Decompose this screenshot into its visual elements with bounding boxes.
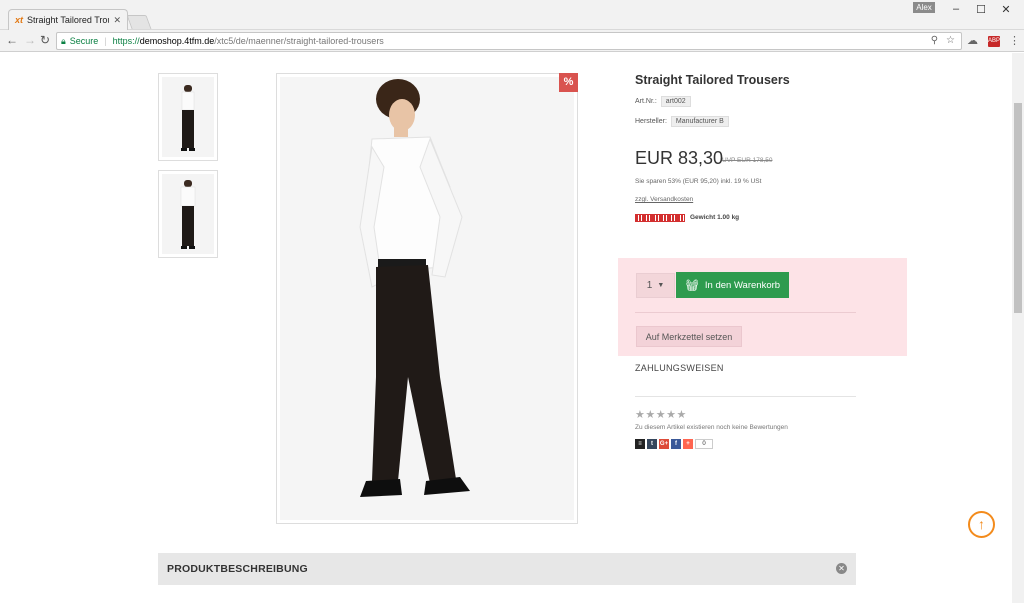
weight-label: Gewicht — [690, 214, 716, 221]
url-path: /xtc5/de/maenner/straight-tailored-trous… — [214, 36, 384, 46]
savings-text: Sie sparen 53% (EUR 95,20) inkl. 19 % US… — [635, 178, 762, 185]
address-bar[interactable]: 🔒︎ Secure | https:// demoshop.4tfm.de /x… — [56, 32, 962, 50]
browser-tab[interactable]: xt Straight Tailored Trousers ✕ — [8, 9, 128, 30]
thumbnail-front[interactable] — [158, 73, 218, 161]
share-count: 0 — [695, 439, 713, 449]
menu-kebab-icon[interactable]: ⋮ — [1009, 34, 1020, 47]
stock-indicator — [635, 214, 685, 222]
collapse-close-icon[interactable]: ✕ — [836, 563, 847, 574]
uvp-price: UVP EUR 178,50 — [722, 157, 773, 164]
chevron-down-icon: ▼ — [657, 282, 665, 289]
buffer-share-icon[interactable]: ≡ — [635, 439, 645, 449]
article-number-row: Art.Nr.: art002 — [635, 96, 691, 107]
bookmark-star-icon[interactable]: ☆ — [946, 35, 955, 46]
forward-arrow-icon[interactable]: → — [24, 33, 36, 47]
window-close-icon[interactable]: ✕ — [996, 3, 1016, 16]
lock-icon: 🔒︎ — [61, 35, 66, 46]
product-description-title: PRODUKTBESCHREIBUNG — [167, 563, 308, 575]
reviews-divider — [635, 396, 856, 397]
shipping-link[interactable]: zzgl. Versandkosten — [635, 196, 693, 203]
page-scrollbar[interactable] — [1012, 53, 1024, 603]
article-number-label: Art.Nr.: — [635, 98, 657, 105]
weight-value: 1.00 kg — [717, 214, 740, 221]
scroll-to-top-icon[interactable]: ↑ — [968, 511, 995, 538]
payment-methods-link[interactable]: ZAHLUNGSWEISEN — [635, 363, 724, 373]
manufacturer-value[interactable]: Manufacturer B — [670, 116, 729, 127]
url-scheme: https:// — [112, 36, 140, 46]
quantity-value: 1 — [646, 280, 653, 291]
minimize-icon[interactable]: – — [946, 3, 966, 15]
weight-info: Gewicht 1.00 kg — [690, 214, 739, 221]
maximize-icon[interactable]: ☐ — [971, 3, 991, 16]
secure-label: Secure — [69, 36, 99, 46]
rating-stars: ★★★★★ — [635, 409, 687, 421]
manufacturer-row: Hersteller: Manufacturer B — [635, 116, 729, 127]
sale-badge: % — [559, 73, 578, 92]
manufacturer-label: Hersteller: — [635, 118, 667, 125]
add-to-cart-button[interactable]: 🧺︎ In den Warenkorb — [676, 272, 789, 298]
add-to-cart-label: In den Warenkorb — [704, 279, 781, 291]
more-share-icon[interactable]: + — [683, 439, 693, 449]
product-price: EUR 83,30 — [635, 148, 724, 168]
cloud-extension-icon[interactable]: ☁ — [967, 34, 978, 47]
facebook-share-icon[interactable]: f — [671, 439, 681, 449]
thumbnail-back[interactable] — [158, 170, 218, 258]
cart-divider — [635, 312, 856, 313]
tumblr-share-icon[interactable]: t — [647, 439, 657, 449]
new-tab-button[interactable] — [126, 15, 152, 29]
url-host: demoshop.4tfm.de — [139, 36, 215, 46]
browser-toolbar: ← → ↻ 🔒︎ Secure | https:// demoshop.4tfm… — [0, 30, 1024, 52]
xt-favicon-icon: xt — [15, 15, 24, 25]
back-arrow-icon[interactable]: ← — [6, 33, 18, 47]
page-content: % Straight Tailored Trousers Art.Nr.: ar… — [0, 53, 1012, 603]
tab-close-icon[interactable]: ✕ — [113, 15, 121, 26]
share-buttons: ≡ t G+ f + 0 — [635, 439, 713, 449]
browser-titlebar: xt Straight Tailored Trousers ✕ Alex – ☐… — [0, 0, 1024, 30]
adblock-extension-icon[interactable]: ABP — [988, 36, 1000, 47]
user-profile-badge[interactable]: Alex — [913, 2, 935, 13]
thumbnail-image-back — [162, 174, 214, 254]
product-photo — [280, 77, 574, 520]
thumbnail-image-front — [162, 77, 214, 157]
product-main-image[interactable] — [276, 73, 578, 524]
pin-icon[interactable]: ⚲ — [931, 35, 938, 46]
product-description-header[interactable]: PRODUKTBESCHREIBUNG ✕ — [158, 553, 856, 585]
quantity-select[interactable]: 1 ▼ — [636, 273, 675, 298]
wishlist-button[interactable]: Auf Merkzettel setzen — [636, 326, 742, 347]
google-plus-share-icon[interactable]: G+ — [659, 439, 669, 449]
basket-icon: 🧺︎ — [684, 279, 699, 292]
tab-title: Straight Tailored Trousers — [27, 15, 109, 25]
reload-icon[interactable]: ↻ — [40, 33, 50, 47]
scrollbar-thumb[interactable] — [1014, 103, 1022, 313]
product-title: Straight Tailored Trousers — [635, 73, 790, 87]
article-number-value: art002 — [660, 96, 691, 107]
no-reviews-text: Zu diesem Artikel existieren noch keine … — [635, 424, 788, 431]
